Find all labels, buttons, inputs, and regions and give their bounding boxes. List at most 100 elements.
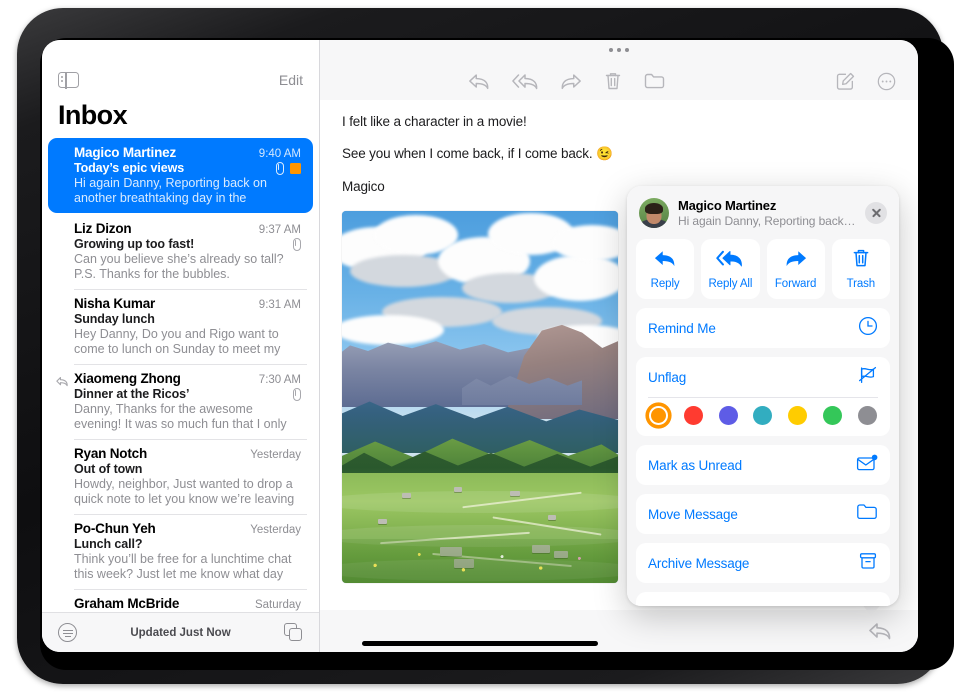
flag-color-yellow[interactable] — [788, 406, 808, 425]
message-paragraph: See you when I come back, if I come back… — [342, 146, 613, 161]
sidebar-toggle-icon[interactable] — [58, 71, 79, 89]
forward-icon[interactable] — [560, 72, 582, 91]
mail-subject: Growing up too fast! — [74, 237, 195, 251]
message-attachment-photo[interactable] — [342, 211, 618, 583]
mail-list-item[interactable]: Graham McBride Saturday — [48, 589, 313, 612]
reply-all-icon — [716, 249, 744, 273]
mail-row-header: Liz Dizon 9:37 AM — [74, 221, 301, 236]
popover-header-text: Magico Martinez Hi again Danny, Reportin… — [678, 198, 856, 228]
mail-row-header: Graham McBride Saturday — [74, 596, 301, 611]
mail-subject: Out of town — [74, 462, 143, 476]
message-toolbar-right-group — [836, 72, 896, 91]
trash-button[interactable]: Trash — [831, 239, 890, 299]
flag-color-purple[interactable] — [718, 406, 738, 425]
attachment-paperclip-icon — [275, 162, 284, 175]
ipad-screen: 9:41 AM Mon Jun 10 100% Edit Inbox Magic… — [42, 40, 918, 652]
reply-all-label: Reply All — [708, 277, 753, 290]
archive-message-row[interactable]: Archive Message — [636, 543, 890, 583]
photo-wildflowers — [342, 539, 618, 583]
reply-all-button[interactable]: Reply All — [701, 239, 760, 299]
flag-color-gray[interactable] — [857, 406, 877, 425]
mail-row-header: Nisha Kumar 9:31 AM — [74, 296, 301, 311]
archive-message-group: Archive Message — [636, 543, 890, 583]
mail-subject: Today’s epic views — [74, 161, 185, 175]
filter-icon[interactable] — [58, 623, 77, 642]
archive-message-label: Archive Message — [648, 555, 750, 571]
edit-button[interactable]: Edit — [279, 72, 303, 88]
mail-row-subject-line: Growing up too fast! — [74, 237, 301, 251]
sidebar-toolbar: Edit — [42, 62, 319, 98]
avatar — [639, 198, 669, 228]
mail-row-subject-line: Today’s epic views — [74, 161, 301, 175]
move-message-row[interactable]: Move Message — [636, 494, 890, 534]
popover-message-preview: Hi again Danny, Reporting back o… — [678, 214, 856, 228]
move-message-label: Move Message — [648, 506, 738, 522]
forward-label: Forward — [774, 277, 817, 290]
mail-list-item[interactable]: Nisha Kumar 9:31 AM Sunday lunch Hey Danny,… — [48, 289, 313, 364]
mail-message-list[interactable]: Magico Martinez 9:40 AM Today’s epic views… — [42, 138, 319, 612]
trash-icon — [852, 248, 870, 273]
more-ellipsis-icon[interactable] — [877, 72, 896, 91]
folder-icon[interactable] — [644, 72, 665, 90]
unflag-label: Unflag — [648, 369, 687, 385]
mail-timestamp: 9:40 AM — [258, 148, 301, 160]
mail-sender-name: Xiaomeng Zhong — [74, 371, 181, 386]
message-toolbar-left-group — [468, 71, 665, 91]
mail-row-subject-line: Lunch call? — [74, 537, 301, 551]
mail-list-item[interactable]: Xiaomeng Zhong 7:30 AM Dinner at the Ricos… — [48, 364, 313, 439]
partial-row[interactable] — [636, 592, 890, 606]
reply-button[interactable]: Reply — [636, 239, 695, 299]
mail-preview-text: Hi again Danny, Reporting back on anothe… — [74, 176, 267, 205]
popover-card: Magico Martinez Hi again Danny, Reportin… — [627, 186, 899, 606]
message-actions-popover: Magico Martinez Hi again Danny, Reportin… — [627, 186, 899, 616]
mail-row-subject-line: Sunday lunch — [74, 312, 301, 326]
reply-icon[interactable] — [468, 72, 490, 91]
remind-me-row[interactable]: Remind Me — [636, 308, 890, 348]
close-icon[interactable] — [865, 202, 887, 224]
trash-label: Trash — [846, 278, 876, 290]
forward-button[interactable]: Forward — [766, 239, 825, 299]
mail-timestamp: 7:30 AM — [258, 374, 301, 386]
replied-arrow-icon — [56, 374, 68, 387]
unflag-row[interactable]: Unflag — [636, 357, 890, 397]
flag-group: Unflag — [636, 357, 890, 436]
flag-icon — [290, 162, 301, 174]
mail-list-item[interactable]: Magico Martinez 9:40 AM Today’s epic views… — [48, 138, 313, 213]
flag-color-orange[interactable] — [649, 406, 668, 425]
mail-list-item[interactable]: Liz Dizon 9:37 AM Growing up too fast! Can … — [48, 214, 313, 289]
mail-row-badges — [292, 238, 301, 251]
mail-preview-text: Danny, Thanks for the awesome evening! I… — [74, 402, 287, 431]
flag-color-green[interactable] — [823, 406, 843, 425]
mail-list-item[interactable]: Ryan Notch Yesterday Out of town Howdy, nei… — [48, 439, 313, 514]
archive-box-icon — [858, 551, 878, 576]
mark-as-unread-row[interactable]: Mark as Unread — [636, 445, 890, 485]
reply-icon[interactable] — [868, 621, 892, 641]
photo-meadow — [342, 473, 618, 583]
flag-color-swatches[interactable] — [636, 398, 890, 436]
reply-all-icon[interactable] — [512, 72, 538, 91]
mail-sender-name: Magico Martinez — [74, 145, 177, 160]
additional-actions-group[interactable] — [636, 592, 890, 606]
photo-cloud — [534, 255, 618, 301]
photo-hut — [548, 515, 556, 520]
mail-sender-name: Nisha Kumar — [74, 296, 156, 311]
mail-list-item[interactable]: Po-Chun Yeh Yesterday Lunch call? Think you… — [48, 514, 313, 589]
mail-row-subject-line: Out of town — [74, 462, 301, 476]
multitasking-dots[interactable] — [609, 48, 629, 52]
sidebar-bottom-bar: Updated Just Now — [42, 612, 319, 652]
compose-icon[interactable] — [836, 72, 855, 91]
mail-row-header: Xiaomeng Zhong 7:30 AM — [74, 371, 301, 386]
home-indicator — [362, 641, 598, 646]
move-message-group: Move Message — [636, 494, 890, 534]
mail-row-subject-line: Dinner at the Ricos’ — [74, 387, 301, 401]
envelope-badge-icon — [856, 453, 878, 478]
mail-sender-name: Graham McBride — [74, 596, 180, 611]
flag-color-teal[interactable] — [753, 406, 773, 425]
message-stack-icon[interactable] — [284, 623, 303, 642]
clock-icon — [858, 316, 878, 341]
remind-me-label: Remind Me — [648, 320, 716, 336]
flag-color-red[interactable] — [683, 406, 703, 425]
trash-icon[interactable] — [604, 71, 622, 91]
popover-sender-name: Magico Martinez — [678, 198, 777, 213]
mail-row-badges — [275, 162, 301, 175]
